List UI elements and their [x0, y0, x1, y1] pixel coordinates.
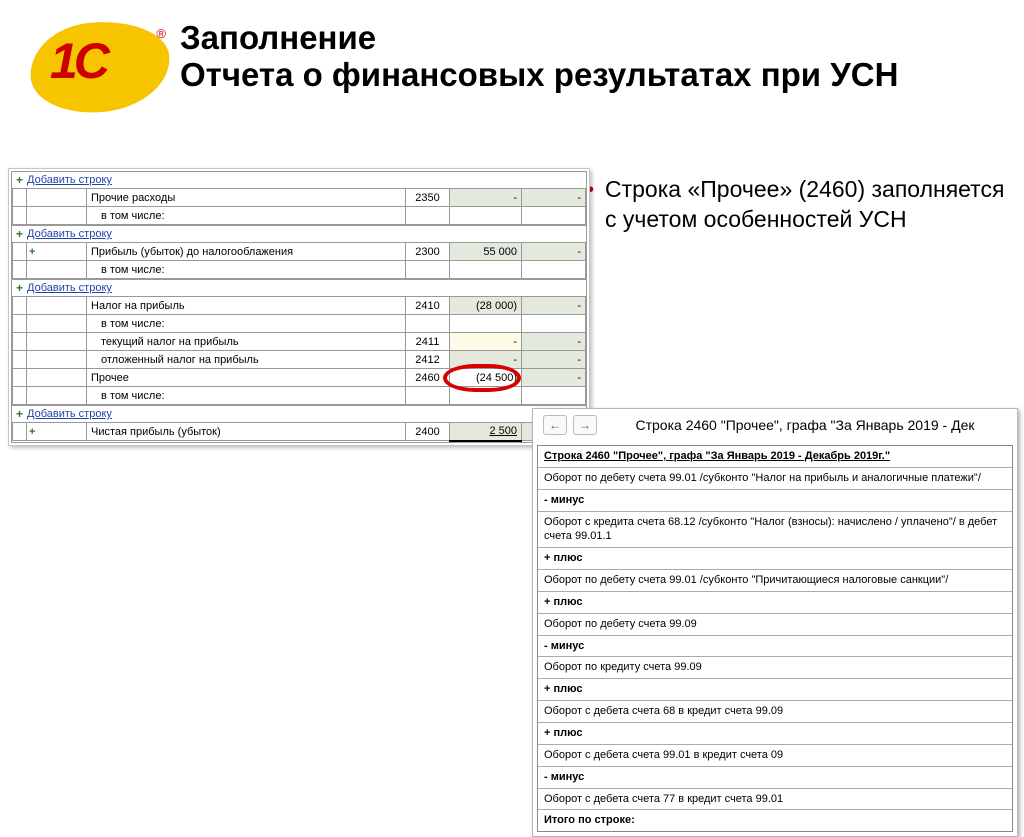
- row-value-prev[interactable]: -: [522, 351, 586, 369]
- row-code: [406, 261, 450, 279]
- row-code: 2300: [406, 243, 450, 261]
- report-row[interactable]: Прочее2460(24 500)-: [13, 369, 586, 387]
- row-value-current[interactable]: -: [450, 351, 522, 369]
- row-value-current[interactable]: [450, 315, 522, 333]
- detail-title: Строка 2460 "Прочее", графа "За Январь 2…: [603, 415, 1007, 435]
- row-value-current[interactable]: [450, 261, 522, 279]
- detail-operator: - минус: [538, 766, 1012, 788]
- row-code: 2350: [406, 189, 450, 207]
- row-code: 2400: [406, 423, 450, 441]
- detail-line: Оборот по дебету счета 99.01 /субконто "…: [538, 569, 1012, 591]
- detail-line: Оборот по кредиту счета 99.09: [538, 656, 1012, 678]
- row-name: в том числе:: [87, 261, 406, 279]
- logo-1c: 1С ®: [30, 22, 170, 112]
- add-row-link[interactable]: + Добавить строку: [12, 172, 586, 188]
- nav-forward-button[interactable]: →: [573, 415, 597, 435]
- row-name: Прочие расходы: [87, 189, 406, 207]
- report-row[interactable]: +Прибыль (убыток) до налогооблажения2300…: [13, 243, 586, 261]
- detail-total: Итого по строке:: [538, 809, 1012, 831]
- detail-body: Строка 2460 "Прочее", графа "За Январь 2…: [537, 445, 1013, 832]
- report-row[interactable]: +Чистая прибыль (убыток)24002 500-: [13, 423, 586, 441]
- detail-toolbar: ← → Строка 2460 "Прочее", графа "За Янва…: [533, 409, 1017, 441]
- detail-line: Оборот по дебету счета 99.01 /субконто "…: [538, 467, 1012, 489]
- row-name: отложенный налог на прибыль: [87, 351, 406, 369]
- row-code: 2411: [406, 333, 450, 351]
- row-value-prev[interactable]: -: [522, 243, 586, 261]
- add-row-link[interactable]: + Добавить строку: [12, 279, 586, 296]
- row-name: Чистая прибыль (убыток): [87, 423, 406, 441]
- row-code: 2410: [406, 297, 450, 315]
- report-row[interactable]: Налог на прибыль2410(28 000)-: [13, 297, 586, 315]
- detail-operator: - минус: [538, 489, 1012, 511]
- row-value-current[interactable]: (28 000): [450, 297, 522, 315]
- row-value-prev[interactable]: -: [522, 369, 586, 387]
- detail-line: Оборот с дебета счета 99.01 в кредит сче…: [538, 744, 1012, 766]
- report-row[interactable]: текущий налог на прибыль2411--: [13, 333, 586, 351]
- row-value-prev[interactable]: -: [522, 333, 586, 351]
- row-code: 2460: [406, 369, 450, 387]
- add-row-link[interactable]: + Добавить строку: [12, 405, 586, 422]
- detail-line: Оборот с дебета счета 68 в кредит счета …: [538, 700, 1012, 722]
- row-value-prev[interactable]: [522, 315, 586, 333]
- report-row[interactable]: в том числе:: [13, 207, 586, 225]
- row-name: в том числе:: [87, 315, 406, 333]
- row-value-current[interactable]: 55 000: [450, 243, 522, 261]
- slide-bullet: Строка «Прочее» (2460) заполняется с уче…: [605, 175, 1005, 235]
- row-name: Прочее: [87, 369, 406, 387]
- row-value-current[interactable]: 2 500: [450, 423, 522, 441]
- plus-icon: +: [16, 408, 23, 420]
- nav-back-button[interactable]: ←: [543, 415, 567, 435]
- row-name: в том числе:: [87, 387, 406, 405]
- add-row-link[interactable]: + Добавить строку: [12, 225, 586, 242]
- report-row[interactable]: Прочие расходы2350--: [13, 189, 586, 207]
- report-row[interactable]: в том числе:: [13, 261, 586, 279]
- row-value-prev[interactable]: [522, 261, 586, 279]
- plus-icon: +: [16, 282, 23, 294]
- row-name: Налог на прибыль: [87, 297, 406, 315]
- report-row[interactable]: отложенный налог на прибыль2412--: [13, 351, 586, 369]
- report-window: +Добавить строкуПрочие расходы2350--в то…: [8, 168, 590, 446]
- add-row-label: Добавить строку: [27, 174, 112, 186]
- detail-operator: + плюс: [538, 678, 1012, 700]
- detail-window: ← → Строка 2460 "Прочее", графа "За Янва…: [532, 408, 1018, 837]
- row-value-prev[interactable]: [522, 387, 586, 405]
- row-value-prev[interactable]: -: [522, 297, 586, 315]
- row-value-current[interactable]: -: [450, 189, 522, 207]
- row-value-current[interactable]: -: [450, 333, 522, 351]
- detail-operator: + плюс: [538, 591, 1012, 613]
- report-row[interactable]: в том числе:: [13, 387, 586, 405]
- detail-line: Оборот с дебета счета 77 в кредит счета …: [538, 788, 1012, 810]
- plus-icon: +: [16, 228, 23, 240]
- row-code: [406, 387, 450, 405]
- row-value-current[interactable]: [450, 387, 522, 405]
- detail-operator: + плюс: [538, 547, 1012, 569]
- slide-title: ЗаполнениеОтчета о финансовых результата…: [180, 20, 898, 94]
- add-row-label: Добавить строку: [27, 282, 112, 294]
- logo-registered: ®: [156, 26, 166, 41]
- detail-line: Оборот с кредита счета 68.12 /субконто "…: [538, 511, 1012, 548]
- add-row-label: Добавить строку: [27, 228, 112, 240]
- row-code: [406, 315, 450, 333]
- logo-text: 1С: [50, 32, 106, 90]
- row-value-current[interactable]: (24 500): [450, 369, 522, 387]
- row-code: 2412: [406, 351, 450, 369]
- add-row-label: Добавить строку: [27, 408, 112, 420]
- detail-operator: + плюс: [538, 722, 1012, 744]
- detail-operator: - минус: [538, 635, 1012, 657]
- row-value-prev[interactable]: [522, 207, 586, 225]
- report-row[interactable]: в том числе:: [13, 315, 586, 333]
- row-code: [406, 207, 450, 225]
- detail-header: Строка 2460 "Прочее", графа "За Январь 2…: [538, 446, 1012, 467]
- row-value-current[interactable]: [450, 207, 522, 225]
- row-name: в том числе:: [87, 207, 406, 225]
- detail-line: Оборот по дебету счета 99.09: [538, 613, 1012, 635]
- row-name: Прибыль (убыток) до налогооблажения: [87, 243, 406, 261]
- row-value-prev[interactable]: -: [522, 189, 586, 207]
- plus-icon: +: [16, 174, 23, 186]
- row-name: текущий налог на прибыль: [87, 333, 406, 351]
